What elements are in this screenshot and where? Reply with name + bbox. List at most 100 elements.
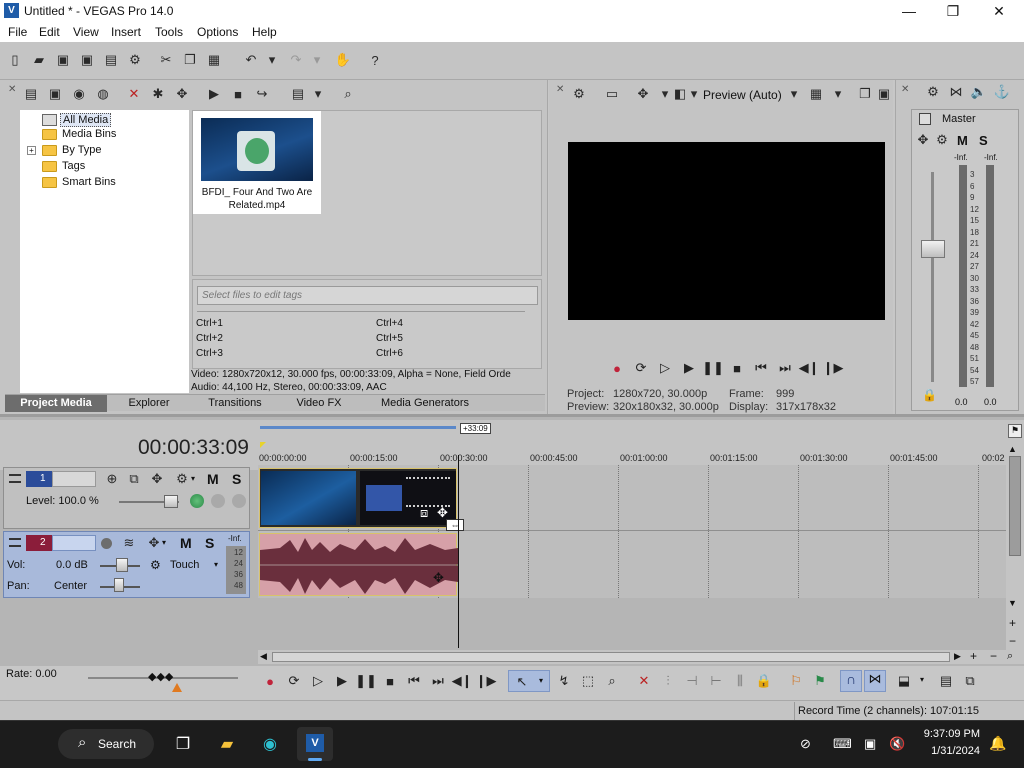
maximize-button[interactable]: ❐ <box>930 0 976 22</box>
views-dropdown-icon[interactable]: ▾ <box>310 86 326 102</box>
vertical-scrollbar-thumb[interactable] <box>1009 456 1021 556</box>
cut-icon[interactable]: ✂ <box>158 52 174 68</box>
close-button[interactable]: ✕ <box>976 0 1022 22</box>
go-to-end-icon[interactable]: ⏭ <box>430 673 446 689</box>
undo-dropdown-icon[interactable]: ▾ <box>264 52 280 68</box>
shortcut-ctrl-4[interactable]: Ctrl+4 <box>376 318 403 329</box>
external-monitor-icon[interactable]: ▭ <box>604 86 620 102</box>
envelope-tool-icon[interactable]: ↯ <box>556 673 572 689</box>
master-fader-handle[interactable] <box>921 240 945 258</box>
search-icon[interactable]: ⌕ <box>340 86 356 102</box>
start-preview-icon[interactable]: ▶ <box>206 86 222 102</box>
overlays-dropdown-icon[interactable]: ▾ <box>830 86 846 102</box>
save-snapshot-icon[interactable]: ▣ <box>876 86 892 102</box>
pause-icon[interactable]: ❚❚ <box>702 360 724 376</box>
record-icon[interactable]: ● <box>609 360 625 376</box>
shortcut-ctrl-6[interactable]: Ctrl+6 <box>376 348 403 359</box>
network-icon[interactable]: ▣ <box>864 736 876 752</box>
preview-quality-dropdown-icon[interactable]: ▾ <box>786 86 802 102</box>
delete-icon[interactable]: ✕ <box>636 673 652 689</box>
undo-icon[interactable]: ↶ <box>243 52 259 68</box>
media-file-tile[interactable]: BFDI_ Four And Two Are Related.mp4 <box>193 111 321 214</box>
track-motion-icon[interactable]: ⊕ <box>104 471 120 487</box>
plugin-manager-icon[interactable]: ✋ <box>335 52 351 68</box>
play-icon[interactable]: ▶ <box>681 360 697 376</box>
render-icon[interactable]: ▤ <box>103 52 119 68</box>
tab-video-fx[interactable]: Video FX <box>285 395 353 412</box>
audio-event[interactable]: ✥ <box>259 533 458 596</box>
track-settings-gear-icon[interactable]: ⚙ <box>174 471 190 487</box>
tree-item-media-bins[interactable]: Media Bins <box>62 128 116 140</box>
video-mute-button[interactable]: M <box>207 471 219 487</box>
automation-dropdown-icon[interactable]: ▾ <box>214 560 218 569</box>
tab-transitions[interactable]: Transitions <box>195 395 275 412</box>
import-media-icon[interactable]: ▤ <box>23 86 39 102</box>
views-icon[interactable]: ▤ <box>290 86 306 102</box>
track-motion-dropdown-icon[interactable]: ▾ <box>162 538 166 547</box>
loop-playback-icon[interactable]: ⟳ <box>633 360 649 376</box>
previous-frame-icon[interactable]: ◀❙ <box>452 673 473 689</box>
loop-region-bar[interactable] <box>260 426 456 429</box>
copy-icon[interactable]: ❐ <box>182 52 198 68</box>
split-screen-dropdown-icon[interactable]: ▾ <box>686 86 702 102</box>
panel-close-icon[interactable]: ✕ <box>8 84 16 95</box>
vegas-taskbar-button[interactable]: V <box>297 727 333 761</box>
volume-slider-handle[interactable] <box>116 558 128 572</box>
zoom-in-time-icon[interactable]: + <box>970 649 977 663</box>
tab-project-media[interactable]: Project Media <box>5 395 107 412</box>
dim-output-icon[interactable]: 🔈 <box>971 84 987 100</box>
paste-icon[interactable]: ▦ <box>206 52 222 68</box>
file-explorer-icon[interactable]: ▰ <box>212 729 242 759</box>
menu-file[interactable]: File <box>8 25 27 39</box>
zoom-out-vertical-icon[interactable]: − <box>1009 634 1016 648</box>
shortcut-ctrl-2[interactable]: Ctrl+2 <box>196 333 223 344</box>
redo-icon[interactable]: ↷ <box>288 52 304 68</box>
task-view-icon[interactable]: ❐ <box>168 729 198 759</box>
video-track-name-field[interactable] <box>52 471 96 487</box>
video-preview-screen[interactable] <box>568 142 885 320</box>
trim-icon[interactable]: ⫶ <box>660 673 676 689</box>
stop-preview-icon[interactable]: ■ <box>230 86 246 102</box>
zoom-out-time-icon[interactable]: − <box>990 649 997 663</box>
new-file-icon[interactable]: ▯ <box>7 52 23 68</box>
track-motion-icon[interactable]: ✥ <box>146 535 162 551</box>
meet-now-icon[interactable]: ⊘ <box>800 736 811 752</box>
expand-icon[interactable]: + <box>27 146 36 155</box>
save-as-icon[interactable]: ▣ <box>79 52 95 68</box>
rate-slider-handle[interactable]: ◆◆◆ <box>148 670 173 683</box>
playhead-cursor[interactable] <box>458 455 459 648</box>
edge-browser-icon[interactable]: ◉ <box>255 729 285 759</box>
volume-muted-icon[interactable]: 🔇 <box>889 736 905 752</box>
composite-parent-icon[interactable] <box>211 494 225 508</box>
master-gear-icon[interactable]: ⚙ <box>934 132 950 148</box>
timecode-display[interactable]: 00:00:33:09 <box>138 436 249 460</box>
keyboard-icon[interactable]: ⌨ <box>833 736 852 752</box>
panel-close-icon[interactable]: ✕ <box>556 84 564 95</box>
record-icon[interactable]: ● <box>262 673 278 689</box>
get-media-web-icon[interactable]: ◍ <box>95 86 111 102</box>
marker-bar-icon[interactable]: ⚑ <box>1008 424 1022 438</box>
notification-bell-icon[interactable]: 🔔 <box>989 735 1006 752</box>
lock-envelopes-icon[interactable]: ▤ <box>938 673 954 689</box>
whats-this-help-icon[interactable]: ? <box>367 52 383 68</box>
remove-media-icon[interactable]: ✕ <box>126 86 142 102</box>
ripple-dropdown-icon[interactable]: ▾ <box>920 675 924 684</box>
zoom-tool-icon[interactable]: ⌕ <box>604 673 620 689</box>
save-icon[interactable]: ▣ <box>55 52 71 68</box>
video-event[interactable]: ⧈ ✥ <box>259 468 457 528</box>
event-pan-crop-icon[interactable]: ⧈ <box>420 505 428 521</box>
stop-icon[interactable]: ■ <box>382 673 398 689</box>
video-fx-dropdown-icon[interactable]: ▾ <box>657 86 673 102</box>
panel-close-icon[interactable]: ✕ <box>901 84 909 95</box>
auto-preview-icon[interactable]: ↪ <box>254 86 270 102</box>
next-frame-icon[interactable]: ❙▶ <box>476 673 497 689</box>
taskbar-date[interactable]: 1/31/2024 <box>918 745 980 757</box>
go-to-start-icon[interactable]: ⏮ <box>406 673 422 689</box>
menu-edit[interactable]: Edit <box>39 25 60 39</box>
compositing-mode-icon[interactable]: ✥ <box>149 471 165 487</box>
mixer-fx-icon[interactable]: ⚓ <box>994 84 1010 100</box>
capture-video-icon[interactable]: ▣ <box>47 86 63 102</box>
automation-mode[interactable]: Touch <box>170 559 199 571</box>
master-fx-icon[interactable]: ✥ <box>915 132 931 148</box>
tree-item-by-type[interactable]: By Type <box>62 144 102 156</box>
